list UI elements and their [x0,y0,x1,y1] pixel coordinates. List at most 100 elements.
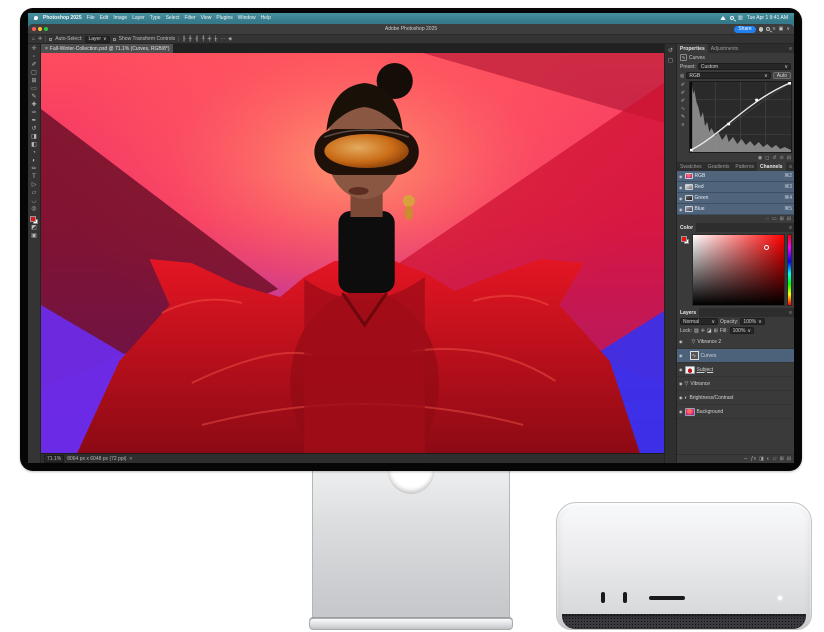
curve-point-tool-icon[interactable]: ∿ [681,106,685,112]
zoom-tool-icon[interactable]: ◎ [31,206,36,213]
lock-position-icon[interactable]: ✛ [701,328,705,334]
adjustment-layer-icon[interactable]: ◐ [767,456,770,462]
history-panel-icon[interactable]: ↺ [668,47,673,54]
close-tab-icon[interactable]: × [45,46,48,52]
chevron-down-icon[interactable]: ∨ [786,26,790,32]
reset-icon[interactable]: ↺ [772,155,776,161]
menu-item-image[interactable]: Image [113,15,127,21]
menu-item-plugins[interactable]: Plugins [216,15,232,21]
layer-row-vibrance[interactable]: ◉ ▽ Vibrance [677,377,794,391]
delete-layer-icon[interactable]: ⊟ [787,456,791,462]
fill-dropdown[interactable]: 100% ∨ [730,327,754,334]
eye-icon[interactable]: ◉ [679,196,683,201]
target-adjust-icon[interactable]: ◎ [680,73,684,79]
transform-controls-checkbox[interactable] [113,38,116,41]
tab-patterns[interactable]: Patterns [732,162,757,171]
auto-select-dropdown[interactable]: Layer ∨ [85,36,109,43]
menu-item-help[interactable]: Help [261,15,271,21]
levels-icon[interactable]: ≡ [773,26,776,32]
menu-item-layer[interactable]: Layer [132,15,145,21]
load-selection-icon[interactable]: ◌ [766,216,769,222]
channel-row-rgb[interactable]: ◉ RGB ⌘2 [677,171,794,182]
eye-icon[interactable]: ◉ [679,207,683,212]
delete-channel-icon[interactable]: ⊟ [787,216,791,222]
tab-gradients[interactable]: Gradients [705,162,733,171]
eraser-tool-icon[interactable]: ◨ [31,134,37,141]
blur-tool-icon[interactable]: ◔ [32,150,36,157]
minimize-window-button[interactable] [38,27,42,31]
eye-icon[interactable]: ◉ [679,367,683,372]
gradient-tool-icon[interactable]: ◧ [31,142,37,149]
black-point-eyedropper-icon[interactable]: ✐ [681,82,685,88]
align-left-icon[interactable]: ╟ [182,36,186,42]
zoom-level-field[interactable]: 71.1% [44,455,64,463]
white-point-eyedropper-icon[interactable]: ✐ [681,98,685,104]
align-center-icon[interactable]: ╫ [189,36,193,42]
frame-tool-icon[interactable]: ▭ [31,86,37,93]
eye-icon[interactable]: ◉ [679,339,683,344]
tab-swatches[interactable]: Swatches [677,162,705,171]
auto-select-checkbox[interactable] [49,38,52,41]
curves-graph[interactable] [689,81,792,153]
foreground-color-swatch[interactable] [681,236,687,242]
zoom-window-button[interactable] [44,27,48,31]
canvas[interactable] [41,53,664,453]
path-select-tool-icon[interactable]: ▷ [32,182,37,189]
color-marker[interactable] [764,245,769,250]
lasso-tool-icon[interactable]: ✐ [31,62,36,69]
comments-panel-icon[interactable]: ◻ [668,57,673,64]
opacity-dropdown[interactable]: 100% ∨ [740,318,764,325]
eyedropper-tool-icon[interactable]: ✎ [31,94,36,101]
healing-tool-icon[interactable]: ✚ [31,102,36,109]
link-layers-icon[interactable]: ∽ [743,456,747,462]
layer-row-background[interactable]: ◉ Background [677,405,794,419]
apple-menu-icon[interactable] [34,16,38,20]
clip-adjustment-icon[interactable]: ◉ [758,155,762,161]
tab-channels[interactable]: Channels [757,162,786,171]
foreground-background-swatches[interactable] [681,236,689,244]
app-menu[interactable]: Photoshop 2025 [43,15,82,21]
panel-menu-icon[interactable]: ≡ [789,162,794,171]
menu-item-filter[interactable]: Filter [184,15,195,21]
channel-dropdown[interactable]: RGB ∨ [686,72,770,79]
home-icon[interactable]: ⌂ [32,36,35,42]
quick-mask-icon[interactable]: ◩ [31,225,37,232]
pen-tool-icon[interactable]: ✏ [31,166,36,173]
crop-tool-icon[interactable]: ⊞ [31,78,36,85]
foreground-background-swatches[interactable] [30,216,38,224]
dodge-tool-icon[interactable]: ◐ [32,158,36,165]
layer-effects-icon[interactable]: ƒx [751,456,756,462]
distribute-top-icon[interactable]: ╀ [202,36,205,42]
hand-tool-icon[interactable]: ◡ [31,198,36,205]
saturation-brightness-field[interactable] [692,234,785,306]
new-layer-icon[interactable]: ⊞ [780,456,784,462]
align-right-icon[interactable]: ╢ [195,36,199,42]
distribute-bottom-icon[interactable]: ╁ [214,36,217,42]
snap-icon[interactable]: ◈ [228,36,232,42]
blend-mode-dropdown[interactable]: Normal ∨ [680,318,718,325]
history-brush-tool-icon[interactable]: ↺ [31,126,36,133]
channel-row-red[interactable]: ◉ Red ⌘3 [677,182,794,193]
close-window-button[interactable] [32,27,36,31]
lock-artboard-icon[interactable]: ◪ [707,328,712,334]
type-tool-icon[interactable]: T [32,174,36,181]
visibility-icon[interactable]: ⊙ [780,155,784,161]
save-selection-icon[interactable]: ▭ [772,216,777,222]
screen-mode-icon[interactable]: ▣ [31,233,37,240]
lock-transparency-icon[interactable]: ▨ [694,328,699,334]
smooth-curve-icon[interactable]: ≡ [682,122,685,128]
clone-stamp-tool-icon[interactable]: ✒ [31,118,36,125]
curve-pencil-icon[interactable]: ✎ [681,114,685,120]
mask-icon[interactable]: ◻ [765,155,769,161]
layer-group-icon[interactable]: ▱ [773,456,777,462]
notifications-bell-icon[interactable] [759,27,763,31]
menu-bar-clock[interactable]: Tue Apr 1 9:41 AM [747,15,788,21]
status-arrow-icon[interactable]: > [129,456,132,462]
eye-icon[interactable]: ◉ [679,174,683,179]
move-tool-icon[interactable]: ✛ [31,46,36,53]
search-icon[interactable] [730,16,734,20]
share-button[interactable]: Share [734,26,755,33]
eye-icon[interactable]: ◉ [679,353,683,358]
panel-menu-icon[interactable]: ≡ [789,44,794,53]
workspace-icon[interactable]: ▣ [779,26,784,32]
